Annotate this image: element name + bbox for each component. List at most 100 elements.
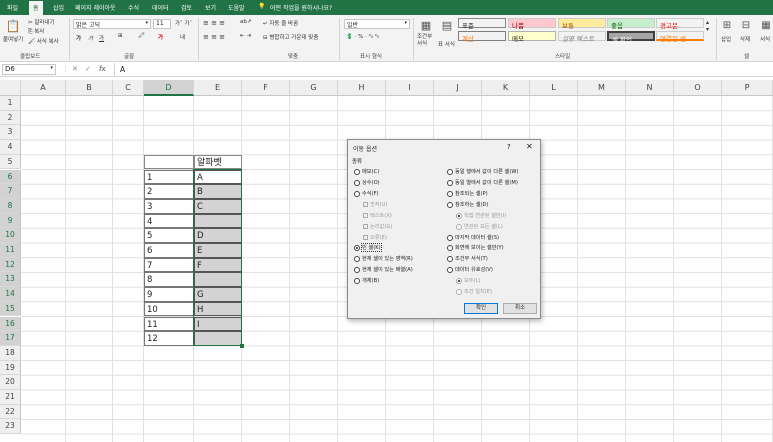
- underline-button[interactable]: 가: [99, 34, 104, 42]
- format-painter-button[interactable]: 🖌 서식 복사: [28, 37, 59, 45]
- table-cell[interactable]: 3: [144, 198, 194, 214]
- format-cells-button[interactable]: 서식: [760, 35, 770, 43]
- align-top-icons[interactable]: ≡ ≡ ≡: [203, 19, 225, 27]
- formula-input[interactable]: A: [120, 65, 125, 74]
- radio-option[interactable]: 현재 셀이 있는 배열(A): [354, 266, 413, 273]
- radio-icon: [447, 201, 453, 208]
- merge-center-button[interactable]: ⊟ 병합하고 가운데 맞춤: [263, 33, 318, 41]
- fill-handle[interactable]: [240, 343, 244, 348]
- cancel-icon[interactable]: ✕: [72, 65, 78, 73]
- align-left-icons[interactable]: ≡ ≡ ≡: [203, 33, 225, 41]
- style-explanatory[interactable]: 설명 텍스트: [558, 31, 606, 43]
- fill-color-icon[interactable]: 🖍: [138, 33, 145, 39]
- table-cell[interactable]: 6: [144, 243, 194, 258]
- tab-help[interactable]: 도움말: [228, 3, 245, 12]
- tab-review[interactable]: 검토: [181, 3, 192, 12]
- insert-cells-icon[interactable]: ⊞: [721, 18, 733, 32]
- tab-view[interactable]: 보기: [205, 3, 216, 12]
- delete-cells-icon[interactable]: ⊟: [740, 18, 752, 32]
- radio-option[interactable]: 동일 열에서 값이 다른 셀(M): [447, 179, 518, 186]
- conditional-format-icon[interactable]: ▦: [419, 18, 433, 32]
- style-normal[interactable]: 표준: [458, 18, 506, 30]
- style-warning[interactable]: 경고문: [656, 18, 704, 30]
- lightbulb-icon: 💡: [258, 3, 266, 10]
- radio-option[interactable]: 메모(C): [354, 168, 379, 175]
- paste-button[interactable]: 붙여넣기: [3, 35, 23, 43]
- format-cells-icon[interactable]: ▦: [760, 18, 772, 32]
- font-size-select[interactable]: 11: [153, 19, 171, 29]
- table-cell[interactable]: 4: [144, 213, 194, 229]
- formula-bar: D6 ▾ ⋮ ✕ ✓ fx A: [0, 63, 773, 77]
- group-number: 표시 형식: [360, 54, 382, 60]
- radio-option[interactable]: 수식(F): [354, 190, 379, 197]
- font-grow-shrink-buttons[interactable]: 가ˆ 가ˇ: [175, 19, 192, 27]
- close-button[interactable]: ✕: [526, 142, 533, 151]
- radio-option[interactable]: 빈 셀(K): [354, 243, 382, 252]
- radio-option[interactable]: 동일 행에서 값이 다른 셀(W): [447, 168, 519, 175]
- style-note[interactable]: 메모: [508, 31, 556, 43]
- table-cell[interactable]: 11: [144, 316, 194, 332]
- style-linked-cell[interactable]: 연결된 셀: [656, 31, 704, 43]
- style-neutral[interactable]: 보통: [558, 18, 606, 30]
- italic-button[interactable]: 가: [88, 34, 93, 42]
- tab-formulas[interactable]: 수식: [128, 3, 139, 12]
- table-cell[interactable]: [144, 154, 194, 170]
- help-button[interactable]: ?: [507, 143, 511, 151]
- cancel-button[interactable]: 취소: [503, 303, 537, 314]
- phonetic-icon[interactable]: 내: [180, 33, 185, 41]
- copy-button[interactable]: ⎘ 복사: [28, 27, 44, 36]
- radio-option[interactable]: 상수(O): [354, 179, 380, 186]
- style-bad[interactable]: 나쁨: [508, 18, 556, 30]
- table-cell[interactable]: 9: [144, 287, 194, 302]
- insert-function-button[interactable]: fx: [99, 65, 106, 73]
- tell-me-search[interactable]: 어떤 작업을 원하시나요?: [270, 3, 332, 12]
- style-calculation[interactable]: 계산: [458, 31, 506, 43]
- radio-option[interactable]: 마지막 데이터 셀(S): [447, 234, 499, 241]
- table-cell[interactable]: 1: [144, 169, 194, 185]
- radio-option[interactable]: 개체(B): [354, 277, 379, 284]
- styles-scroll-icon[interactable]: ▴ ▾: [706, 19, 709, 33]
- tab-data[interactable]: 데이터: [152, 3, 169, 12]
- table-cell[interactable]: 10: [144, 301, 194, 317]
- tab-page-layout[interactable]: 페이지 레이아웃: [75, 3, 116, 12]
- radio-option[interactable]: 참조하는 셀(D): [447, 201, 489, 208]
- ribbon-tab-bar: 파일 홈 삽입 페이지 레이아웃 수식 데이터 검토 보기 도움말 💡 어떤 작…: [0, 0, 773, 15]
- table-cell[interactable]: 2: [144, 184, 194, 199]
- tab-home[interactable]: 홈: [29, 1, 43, 15]
- font-name-select[interactable]: 맑은 고딕 ▾: [73, 19, 151, 29]
- borders-icon[interactable]: ⊞: [118, 33, 123, 39]
- tab-file[interactable]: 파일: [7, 3, 18, 12]
- ok-button[interactable]: 확인: [464, 303, 498, 314]
- font-color-icon[interactable]: 가: [158, 33, 163, 41]
- cut-button[interactable]: ✂ 잘라내기: [28, 18, 55, 26]
- table-cell[interactable]: 7: [144, 257, 194, 273]
- orientation-icon[interactable]: ab↗: [240, 19, 251, 25]
- bold-button[interactable]: 가: [76, 34, 81, 42]
- number-format-select[interactable]: 일반 ▾: [344, 19, 410, 29]
- paste-icon[interactable]: 📋: [6, 18, 21, 34]
- radio-option[interactable]: 데이터 유효성(V): [447, 266, 493, 273]
- indent-icons[interactable]: ⇤ ⇥: [240, 33, 251, 39]
- delete-cells-button[interactable]: 삭제: [740, 35, 750, 43]
- style-check-cell[interactable]: 셀 확인: [607, 31, 655, 44]
- tab-insert[interactable]: 삽입: [53, 3, 64, 12]
- option-label: 조건 일치(E): [464, 289, 493, 295]
- insert-cells-button[interactable]: 삽입: [721, 35, 731, 43]
- number-format-icons[interactable]: 💲 · % · ⁰₀ ⁰₀: [346, 34, 379, 40]
- radio-option[interactable]: 현재 셀이 있는 영역(R): [354, 255, 413, 262]
- conditional-format-button[interactable]: 조건부 서식: [417, 34, 437, 48]
- table-cell[interactable]: 5: [144, 228, 194, 243]
- option-label: 데이터 유효성(V): [455, 267, 493, 273]
- table-format-button[interactable]: 표 서식: [438, 40, 455, 48]
- radio-option[interactable]: 화면에 보이는 셀만(Y): [447, 244, 504, 251]
- table-format-icon[interactable]: ▤: [440, 18, 454, 32]
- table-header-cell[interactable]: 알파벳: [194, 154, 242, 170]
- table-cell[interactable]: 12: [144, 331, 194, 346]
- name-box[interactable]: D6 ▾: [2, 64, 56, 75]
- radio-option[interactable]: 참조되는 셀(P): [447, 190, 488, 197]
- table-cell[interactable]: 8: [144, 272, 194, 288]
- enter-icon[interactable]: ✓: [85, 65, 91, 73]
- radio-option[interactable]: 조건부 서식(T): [447, 255, 488, 262]
- style-good[interactable]: 좋음: [607, 18, 655, 30]
- wrap-text-button[interactable]: ↵ 자동 줄 바꿈: [263, 19, 298, 27]
